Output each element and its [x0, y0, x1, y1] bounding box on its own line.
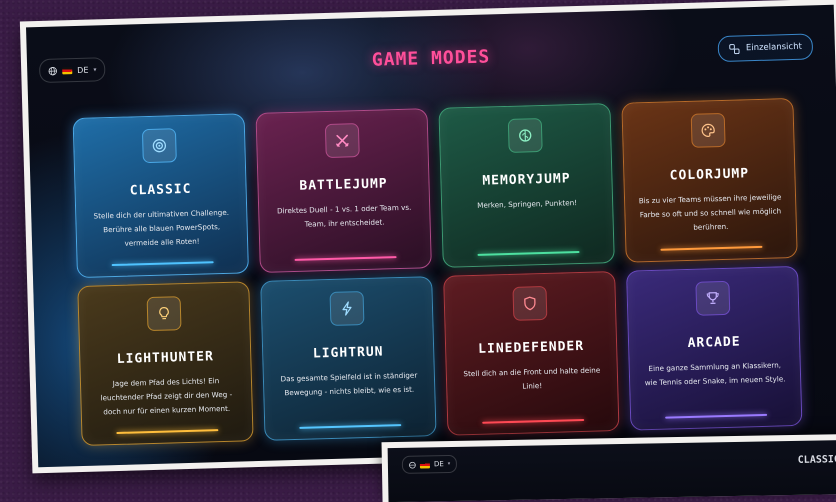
mode-accent-line	[660, 246, 762, 251]
german-flag-icon	[420, 461, 430, 468]
mode-title: BATTLEJUMP	[299, 176, 388, 193]
mode-description: Stelle dich der ultimativen Challenge. B…	[76, 205, 247, 252]
mode-icon-tile	[512, 286, 547, 321]
mode-icon-tile	[147, 296, 182, 331]
page-title: CLASSIC	[798, 454, 836, 466]
mode-accent-line	[299, 424, 401, 429]
shield-icon	[522, 295, 538, 311]
mode-accent-line	[295, 256, 397, 261]
mode-description: Das gesamte Spielfeld ist in ständiger B…	[264, 368, 435, 401]
mode-icon-tile	[142, 128, 177, 163]
mode-icon-tile	[508, 118, 543, 153]
mode-card-colorjump[interactable]: COLORJUMP Bis zu vier Teams müssen ihre …	[621, 98, 797, 263]
mode-card-battlejump[interactable]: BATTLEJUMP Direktes Duell - 1 vs. 1 oder…	[255, 108, 431, 273]
mode-description: Bis zu vier Teams müssen ihre jeweilige …	[625, 190, 796, 237]
mode-description: Merken, Springen, Punkten!	[465, 196, 589, 213]
mode-icon-tile	[325, 123, 360, 158]
page-title: GAME MODES	[27, 37, 835, 81]
mode-icon-tile	[330, 291, 365, 326]
language-selector[interactable]: DE ▾	[402, 455, 458, 474]
mode-accent-line	[482, 419, 584, 424]
mode-grid: CLASSIC Stelle dich der ultimativen Chal…	[73, 98, 803, 446]
link-icon	[729, 43, 740, 54]
mode-icon-tile	[695, 281, 730, 316]
game-modes-screen: DE ▾ GAME MODES Einzelansicht CLAS	[26, 5, 836, 467]
mode-title: LINEDEFENDER	[478, 339, 584, 357]
mode-title: LIGHTRUN	[313, 345, 384, 362]
mode-card-linedefender[interactable]: LINEDEFENDER Stell dich an die Front und…	[443, 271, 619, 436]
crossed-swords-icon	[334, 132, 350, 148]
mode-card-lighthunter[interactable]: LIGHTHUNTER Jage dem Pfad des Lichts! Ei…	[77, 281, 253, 446]
mode-title: COLORJUMP	[669, 166, 749, 183]
target-icon	[151, 137, 167, 153]
mode-accent-line	[116, 429, 218, 434]
mode-description: Stell dich an die Front und halte deine …	[447, 363, 618, 396]
trophy-icon	[705, 290, 721, 306]
single-view-label: Einzelansicht	[746, 42, 802, 54]
chevron-down-icon: ▾	[448, 461, 451, 467]
mode-title: MEMORYJUMP	[482, 171, 571, 188]
palette-icon	[700, 122, 716, 138]
mode-title: ARCADE	[687, 335, 740, 351]
mode-description: Jage dem Pfad des Lichts! Ein leuchtende…	[81, 373, 252, 420]
globe-icon	[409, 461, 416, 468]
mode-card-lightrun[interactable]: LIGHTRUN Das gesamte Spielfeld ist in st…	[260, 276, 436, 441]
mode-icon-tile	[691, 113, 726, 148]
mode-card-memoryjump[interactable]: MEMORYJUMP Merken, Springen, Punkten!	[438, 103, 614, 268]
lightbulb-icon	[156, 305, 172, 321]
screenshot-print: DE ▾ GAME MODES Einzelansicht CLAS	[20, 0, 836, 473]
second-screen: DE ▾ CLASSIC	[388, 440, 836, 502]
lightning-icon	[339, 300, 355, 316]
brain-icon	[517, 127, 533, 143]
mode-title: CLASSIC	[130, 182, 192, 199]
mode-accent-line	[478, 251, 580, 256]
language-code: DE	[434, 460, 444, 468]
mode-card-classic[interactable]: CLASSIC Stelle dich der ultimativen Chal…	[73, 113, 249, 278]
mode-description: Direktes Duell - 1 vs. 1 oder Team vs. T…	[259, 200, 430, 233]
mode-card-arcade[interactable]: ARCADE Eine ganze Sammlung an Klassikern…	[626, 266, 802, 431]
mode-accent-line	[665, 414, 767, 419]
mode-accent-line	[112, 261, 214, 266]
second-screenshot-print: DE ▾ CLASSIC	[382, 434, 836, 502]
mode-description: Eine ganze Sammlung an Klassikern, wie T…	[630, 358, 801, 391]
single-view-button[interactable]: Einzelansicht	[718, 33, 814, 62]
mode-title: LIGHTHUNTER	[117, 349, 214, 367]
